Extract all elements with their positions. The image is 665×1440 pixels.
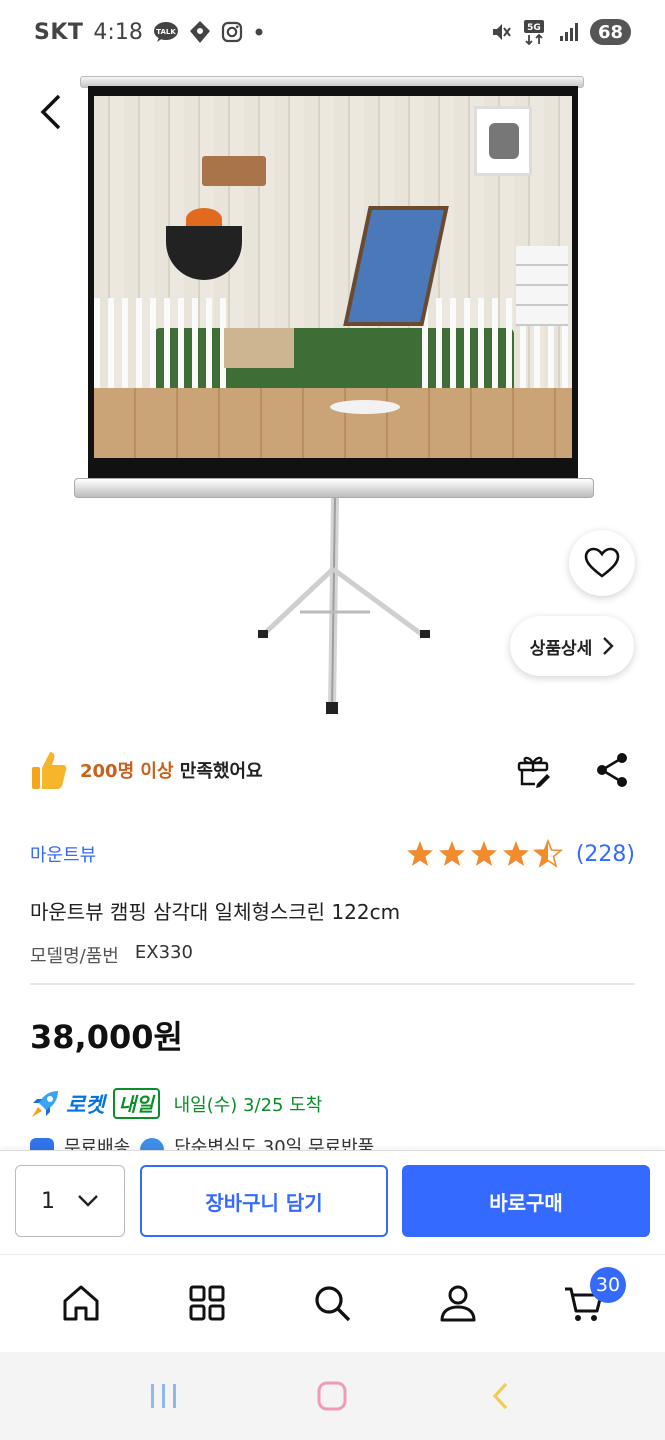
quantity-value: 1 <box>41 1188 55 1214</box>
rocket-icon <box>32 1090 58 1117</box>
talk-text: TALK <box>156 28 176 36</box>
search-icon <box>315 1285 351 1321</box>
quantity-select[interactable]: 1 <box>15 1165 125 1237</box>
share-icon <box>597 753 627 787</box>
bottom-navigation: 30 <box>0 1254 665 1350</box>
product-detail-label: 상품상세 <box>529 638 593 659</box>
product-title: 마운트뷰 캠핑 삼각대 일체형스크린 122cm <box>30 900 401 924</box>
home-system-button[interactable] <box>302 1366 362 1426</box>
model-value: EX330 <box>134 942 193 963</box>
network-5g-icon: 5G <box>522 19 548 45</box>
back-arrow-icon <box>492 1382 507 1410</box>
scene-wall-shelf <box>202 156 266 186</box>
star-icon <box>406 841 433 866</box>
signal-icon <box>558 21 580 43</box>
carrier-label: SKT <box>34 19 84 45</box>
chevron-right-icon <box>603 637 614 655</box>
more-notifications-dot-icon <box>253 26 265 38</box>
satisfaction-row: 200명 이상 만족했어요 <box>30 740 635 800</box>
rating-stars <box>406 839 563 868</box>
divider <box>30 983 635 985</box>
model-row: 모델명/품번 EX330 <box>30 942 193 968</box>
product-price: 38,000원 <box>30 1018 183 1056</box>
rocket-label: 로켓 <box>66 1092 105 1117</box>
scene-slippers <box>330 400 400 414</box>
model-label: 모델명/품번 <box>30 946 119 967</box>
brand-link[interactable]: 마운트뷰 <box>30 841 96 867</box>
notification-diamond-icon <box>189 20 211 44</box>
scene-picture-frame <box>474 106 532 176</box>
scene-floor <box>94 388 572 458</box>
home-button-icon <box>317 1381 347 1411</box>
recent-apps-button[interactable] <box>134 1366 194 1426</box>
star-icon <box>470 841 497 866</box>
nav-home[interactable] <box>51 1273 111 1333</box>
scene-grill <box>166 226 242 280</box>
thumbs-up-icon <box>32 752 67 789</box>
rocket-badge: 내일 <box>112 1088 160 1119</box>
mute-icon <box>490 21 512 43</box>
satisfaction-text: 200명 이상 만족했어요 <box>80 757 263 783</box>
status-left: SKT 4:18 TALK <box>34 20 265 45</box>
purchase-bar: 1 장바구니 담기 바로구매 <box>0 1150 665 1252</box>
status-bar: SKT 4:18 TALK 5G 68 <box>0 0 665 64</box>
half-star-icon <box>532 839 563 868</box>
status-right: 5G 68 <box>490 19 631 45</box>
back-system-button[interactable] <box>471 1366 531 1426</box>
back-button[interactable] <box>28 88 76 136</box>
wishlist-button[interactable] <box>569 530 635 596</box>
home-icon <box>63 1285 99 1320</box>
category-icon <box>189 1285 225 1320</box>
battery-indicator: 68 <box>589 19 631 45</box>
star-icon <box>438 841 465 866</box>
buy-now-button[interactable]: 바로구매 <box>402 1165 650 1237</box>
product-detail-button[interactable]: 상품상세 <box>510 616 634 676</box>
person-icon <box>440 1285 476 1321</box>
recent-apps-icon <box>151 1384 177 1408</box>
screen-bottom-bar <box>74 478 594 498</box>
scene-fence-left <box>94 298 234 398</box>
network-label: 5G <box>527 23 541 33</box>
back-icon <box>40 94 61 130</box>
star-rating[interactable]: (228) <box>406 839 635 869</box>
arrival-date: 내일(수) 3/25 도착 <box>173 1094 323 1116</box>
star-icon <box>502 841 529 866</box>
system-navigation <box>0 1352 665 1440</box>
rocket-delivery-row: 로켓 내일 내일(수) 3/25 도착 <box>30 1088 322 1119</box>
instagram-icon <box>221 21 243 43</box>
chevron-down-icon <box>78 1195 98 1207</box>
screen-scene-illustration <box>94 96 572 458</box>
heart-icon <box>584 547 620 578</box>
clock: 4:18 <box>93 19 143 45</box>
scene-drawers <box>516 246 568 326</box>
gift-button[interactable] <box>515 752 551 788</box>
product-image[interactable]: 상품상세 <box>0 64 665 724</box>
nav-cart[interactable]: 30 <box>554 1266 627 1333</box>
review-count[interactable]: (228) <box>576 842 635 867</box>
scene-crate <box>224 328 294 368</box>
cart-count-badge: 30 <box>589 1266 627 1303</box>
add-to-cart-button[interactable]: 장바구니 담기 <box>140 1165 388 1237</box>
kakaotalk-icon: TALK <box>153 21 179 43</box>
satisfaction-rest: 만족했어요 <box>173 761 263 782</box>
nav-search[interactable] <box>302 1273 362 1333</box>
satisfaction-highlight: 200명 이상 <box>80 761 174 782</box>
projection-screen <box>88 86 578 480</box>
gift-icon <box>517 756 550 788</box>
nav-my-account[interactable] <box>428 1273 488 1333</box>
nav-category[interactable] <box>177 1273 237 1333</box>
brand-rating-row: 마운트뷰 (228) <box>30 834 635 874</box>
share-button[interactable] <box>595 752 629 788</box>
product-actions <box>515 752 635 788</box>
